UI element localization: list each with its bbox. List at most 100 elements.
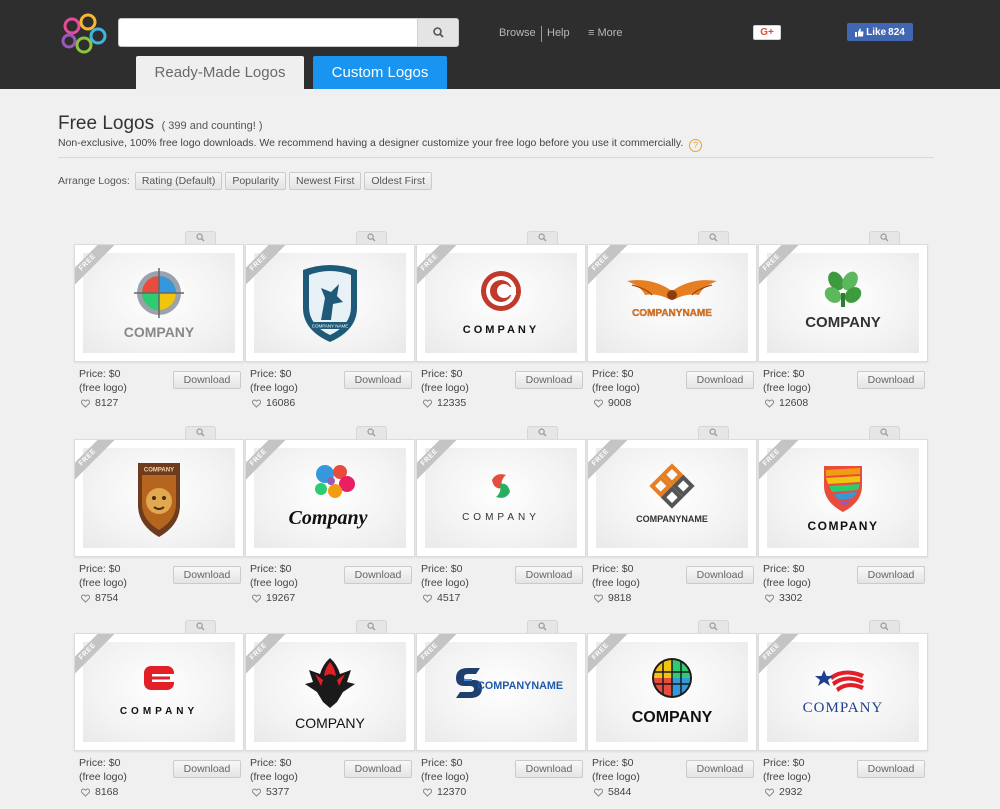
search-input[interactable]	[119, 19, 418, 46]
logo-thumbnail[interactable]: COMPANYNAME FREE	[587, 244, 757, 362]
download-count: 3302	[763, 592, 802, 604]
nav-browse-link[interactable]: Browse	[499, 27, 536, 39]
zoom-button[interactable]	[185, 426, 216, 439]
download-button[interactable]: Download	[173, 760, 241, 778]
logo-thumbnail[interactable]: COMPANY FREE	[758, 244, 928, 362]
download-button[interactable]: Download	[344, 760, 412, 778]
free-logo-note: (free logo)	[79, 771, 127, 783]
pegasus-shield-logo: COMPANY NAME	[254, 253, 406, 353]
sort-oldest-button[interactable]: Oldest First	[364, 172, 433, 190]
logo-thumbnail[interactable]: COMPANY FREE	[758, 633, 928, 751]
zoom-button[interactable]	[698, 231, 729, 244]
logo-card: COMPANY FREE Price: $0 (free logo) 5377 …	[245, 620, 415, 805]
download-button[interactable]: Download	[857, 760, 925, 778]
download-button[interactable]: Download	[686, 566, 754, 584]
download-count: 12335	[421, 397, 466, 409]
download-count-value: 5377	[266, 786, 290, 798]
price-label: Price: $0	[592, 563, 634, 575]
download-button[interactable]: Download	[857, 371, 925, 389]
download-button[interactable]: Download	[515, 566, 583, 584]
logo-thumbnail[interactable]: COMPANY FREE	[416, 439, 586, 557]
search-box	[118, 18, 459, 47]
price-label: Price: $0	[592, 368, 634, 380]
logo-thumbnail[interactable]: COMPANY FREE	[74, 633, 244, 751]
logo-thumbnail[interactable]: COMPANYNAME FREE	[587, 439, 757, 557]
price-label: Price: $0	[763, 563, 805, 575]
zoom-button[interactable]	[869, 620, 900, 633]
logo-wordmark: COMPANY	[462, 512, 540, 523]
zoom-button[interactable]	[356, 620, 387, 633]
flag-star-logo: COMPANY	[767, 642, 919, 742]
logo-card: COMPANYNAME FREE Price: $0 (free logo) 9…	[587, 426, 757, 611]
nav-help-link[interactable]: Help	[547, 27, 570, 39]
zoom-button[interactable]	[527, 231, 558, 244]
logo-card: COMPANY FREE Price: $0 (free logo) 4517 …	[416, 426, 586, 611]
download-button[interactable]: Download	[686, 760, 754, 778]
logo-card: COMPANY FREE Price: $0 (free logo) 8754 …	[74, 426, 244, 611]
download-count: 19267	[250, 592, 295, 604]
google-plus-button[interactable]: G+	[753, 25, 781, 40]
facebook-like-button[interactable]: Like 824	[847, 23, 913, 41]
logo-wordmark: COMPANY	[808, 519, 879, 533]
download-button[interactable]: Download	[173, 566, 241, 584]
tab-ready-made-logos[interactable]: Ready-Made Logos	[136, 56, 304, 89]
price-label: Price: $0	[250, 757, 292, 769]
zoom-button[interactable]	[356, 231, 387, 244]
green-tree-logo: COMPANY	[767, 253, 919, 353]
zoom-button[interactable]	[527, 620, 558, 633]
site-logo-icon[interactable]	[58, 12, 108, 56]
heart-icon	[764, 788, 775, 797]
heart-icon	[251, 399, 262, 408]
red-eagle-logo: COMPANY	[254, 642, 406, 742]
logo-wordmark: COMPANYNAME	[477, 680, 563, 692]
download-button[interactable]: Download	[173, 371, 241, 389]
price-label: Price: $0	[763, 368, 805, 380]
download-button[interactable]: Download	[344, 371, 412, 389]
download-button[interactable]: Download	[515, 760, 583, 778]
logo-thumbnail[interactable]: COMPANYNAME FREE	[416, 633, 586, 751]
zoom-button[interactable]	[356, 426, 387, 439]
download-button[interactable]: Download	[857, 566, 925, 584]
logo-thumbnail[interactable]: COMPANY FREE	[587, 633, 757, 751]
tab-custom-logos[interactable]: Custom Logos	[313, 56, 447, 89]
logo-wordmark: COMPANY	[805, 314, 881, 331]
logo-thumbnail[interactable]: COMPANY FREE	[245, 633, 415, 751]
download-count: 16086	[250, 397, 295, 409]
logo-thumbnail[interactable]: COMPANY FREE	[74, 244, 244, 362]
download-button[interactable]: Download	[344, 566, 412, 584]
zoom-button[interactable]	[698, 426, 729, 439]
free-logo-note: (free logo)	[250, 577, 298, 589]
blue-s-logo: COMPANYNAME	[425, 642, 577, 742]
download-count-value: 9008	[608, 397, 632, 409]
zoom-button[interactable]	[185, 231, 216, 244]
zoom-button[interactable]	[698, 620, 729, 633]
sort-newest-button[interactable]: Newest First	[289, 172, 362, 190]
logo-card: COMPANY FREE Price: $0 (free logo) 3302 …	[758, 426, 928, 611]
logo-thumbnail[interactable]: COMPANY FREE	[758, 439, 928, 557]
logo-thumbnail[interactable]: COMPANY FREE	[74, 439, 244, 557]
logo-thumbnail[interactable]: COMPANY NAME FREE	[245, 244, 415, 362]
download-button[interactable]: Download	[686, 371, 754, 389]
nav-more-link[interactable]: ≡ More	[588, 27, 623, 39]
logo-thumbnail[interactable]: COMPANY FREE	[416, 244, 586, 362]
price-label: Price: $0	[421, 563, 463, 575]
download-button[interactable]: Download	[515, 371, 583, 389]
heart-icon	[422, 399, 433, 408]
sort-popularity-button[interactable]: Popularity	[225, 172, 287, 190]
free-logo-note: (free logo)	[763, 382, 811, 394]
free-logo-note: (free logo)	[592, 577, 640, 589]
download-count-value: 16086	[266, 397, 296, 409]
help-icon[interactable]: ?	[689, 139, 703, 152]
zoom-button[interactable]	[185, 620, 216, 633]
zoom-button[interactable]	[527, 426, 558, 439]
heart-icon	[593, 399, 604, 408]
logo-thumbnail[interactable]: Company FREE	[245, 439, 415, 557]
heart-icon	[764, 594, 775, 603]
zoom-button[interactable]	[869, 426, 900, 439]
search-button[interactable]	[417, 19, 458, 46]
logo-card: COMPANYNAME FREE Price: $0 (free logo) 1…	[416, 620, 586, 805]
zoom-button[interactable]	[869, 231, 900, 244]
heart-icon	[593, 788, 604, 797]
logo-card: COMPANY FREE Price: $0 (free logo) 2932 …	[758, 620, 928, 805]
sort-rating-button[interactable]: Rating (Default)	[134, 172, 223, 190]
